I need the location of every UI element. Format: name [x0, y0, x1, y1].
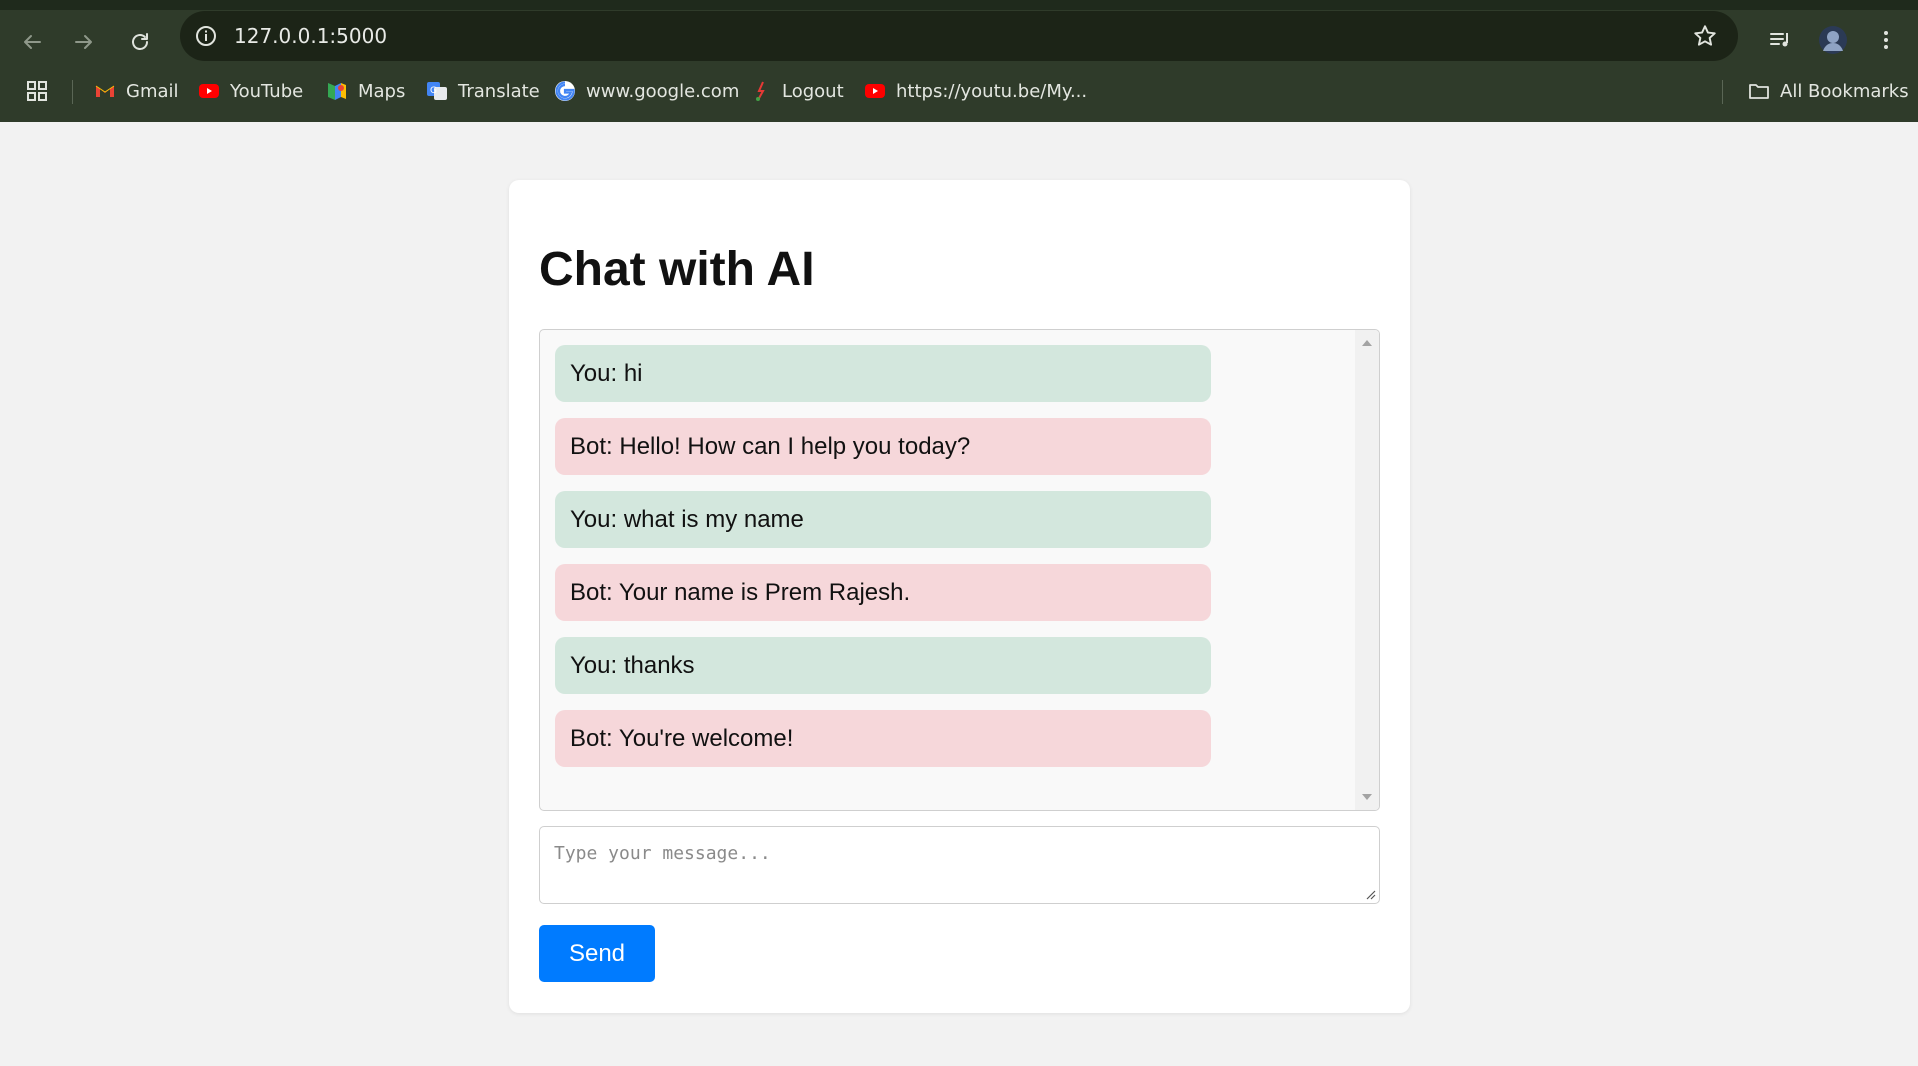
page-title: Chat with AI: [539, 243, 815, 296]
bookmark-translate[interactable]: G Translate: [426, 78, 540, 104]
bookmark-youtube[interactable]: YouTube: [198, 78, 303, 104]
browser-toolbar: 127.0.0.1:5000: [0, 10, 1918, 66]
bookmark-logout[interactable]: Logout: [750, 78, 844, 104]
message-input[interactable]: [539, 826, 1380, 904]
user-message: You: what is my name: [555, 491, 1211, 548]
youtube-icon: [198, 80, 220, 102]
avatar-icon: [1819, 26, 1847, 54]
bookmark-maps[interactable]: Maps: [326, 78, 405, 104]
gmail-icon: [94, 80, 116, 102]
scroll-down-arrow-icon[interactable]: [1362, 794, 1372, 800]
all-bookmarks-label: All Bookmarks: [1780, 80, 1909, 102]
resize-grip-icon[interactable]: [1364, 888, 1376, 900]
user-message: You: hi: [555, 345, 1211, 402]
bookmarks-divider: [72, 80, 73, 104]
maps-icon: [326, 80, 348, 102]
bookmark-label: YouTube: [230, 80, 304, 102]
apps-button[interactable]: [26, 78, 48, 104]
forward-button[interactable]: [64, 22, 104, 62]
bot-message: Bot: Your name is Prem Rajesh.: [555, 564, 1211, 621]
bot-message: Bot: Hello! How can I help you today?: [555, 418, 1211, 475]
bookmark-label: Translate: [458, 80, 540, 102]
translate-icon: G: [426, 80, 448, 102]
browser-menu-button[interactable]: [1868, 22, 1904, 58]
bot-message: Bot: You're welcome!: [555, 710, 1211, 767]
chat-container: Chat with AI You: hi Bot: Hello! How can…: [509, 180, 1410, 1013]
apps-grid-icon: [27, 81, 47, 101]
chat-scrollbar[interactable]: [1355, 330, 1379, 810]
scroll-up-arrow-icon[interactable]: [1362, 340, 1372, 346]
back-button[interactable]: [12, 22, 52, 62]
bookmark-label: Gmail: [126, 80, 179, 102]
google-icon: [554, 80, 576, 102]
bookmarks-divider: [1722, 80, 1723, 104]
info-icon[interactable]: [194, 24, 218, 48]
arrow-right-icon: [75, 35, 92, 49]
star-icon[interactable]: [1692, 23, 1718, 49]
bookmark-label: www.google.com: [586, 80, 740, 102]
folder-icon: [1748, 80, 1770, 102]
reload-button[interactable]: [120, 22, 160, 62]
bookmark-label: Logout: [782, 80, 844, 102]
playlist-icon: [1770, 33, 1788, 47]
chat-box[interactable]: You: hi Bot: Hello! How can I help you t…: [539, 329, 1380, 811]
bookmark-label: https://youtu.be/My...: [896, 80, 1088, 102]
send-button[interactable]: Send: [539, 925, 655, 982]
logout-icon: [750, 80, 772, 102]
bookmark-youtube-link[interactable]: https://youtu.be/My...: [864, 78, 1087, 104]
profile-avatar[interactable]: [1815, 22, 1851, 58]
bookmark-google[interactable]: www.google.com: [554, 78, 739, 104]
media-control-button[interactable]: [1762, 22, 1798, 58]
bookmark-label: Maps: [358, 80, 406, 102]
all-bookmarks-button[interactable]: All Bookmarks: [1748, 78, 1909, 104]
reload-icon: [132, 33, 148, 50]
address-bar[interactable]: 127.0.0.1:5000: [180, 11, 1738, 61]
bookmark-gmail[interactable]: Gmail: [94, 78, 179, 104]
arrow-left-icon: [24, 35, 41, 49]
bookmarks-bar: Gmail YouTube Maps G Translate www.googl…: [0, 70, 1918, 112]
browser-chrome: 127.0.0.1:5000 Gmail YouTube Maps G Tran…: [0, 0, 1918, 122]
youtube-icon: [864, 80, 886, 102]
more-vertical-icon: [1884, 31, 1888, 49]
user-message: You: thanks: [555, 637, 1211, 694]
svg-text:G: G: [430, 86, 437, 96]
tab-strip: [0, 0, 1918, 10]
url-text[interactable]: 127.0.0.1:5000: [234, 24, 387, 48]
